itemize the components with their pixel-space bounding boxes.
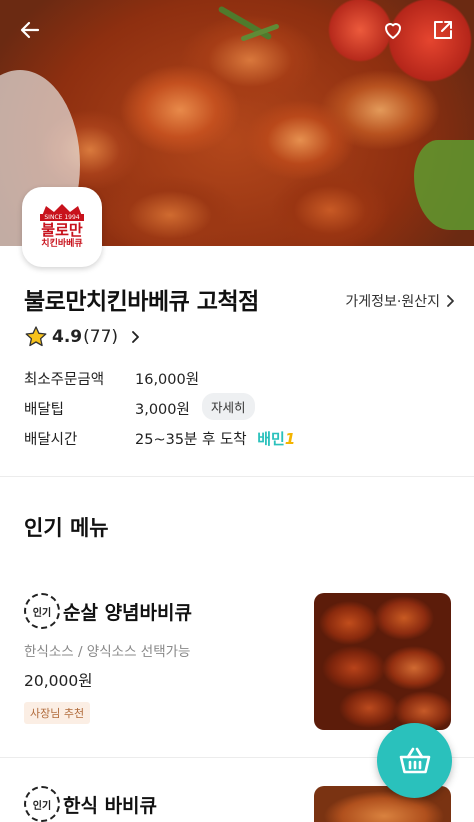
delivery-time-label: 배달시간	[24, 432, 78, 448]
chevron-right-icon	[447, 295, 454, 307]
menu-name: 순살 양념바비큐	[63, 601, 192, 624]
star-icon	[25, 326, 47, 347]
store-info-link-label: 가게정보·원산지	[345, 294, 440, 310]
basket-icon	[399, 747, 430, 773]
favorite-button[interactable]	[377, 14, 409, 46]
menu-name: 한식 바비큐	[63, 794, 158, 817]
baemin-one: 1	[284, 430, 296, 448]
delivery-time-row: 배달시간 25~35분 후 도착 배민1	[24, 428, 295, 449]
cart-button[interactable]	[377, 723, 452, 798]
logo-brand-top: 불로만	[41, 221, 83, 239]
share-icon	[434, 21, 452, 39]
delivery-tip-detail-button[interactable]: 자세히	[202, 393, 255, 420]
logo-since: SINCE 1994	[40, 214, 84, 221]
menu-price: 20,000원	[24, 672, 93, 690]
back-button[interactable]	[14, 14, 46, 46]
store-logo: SINCE 1994 불로만 치킨바베큐	[22, 187, 102, 267]
menu-name-row: 인기 순살 양념바비큐	[24, 593, 192, 629]
min-order-row: 최소주문금액 16,000원	[24, 368, 199, 389]
chevron-right-icon	[132, 331, 139, 343]
min-order-label: 최소주문금액	[24, 372, 105, 388]
rating-score: 4.9	[52, 327, 83, 347]
delivery-tip-row: 배달팁 3,000원	[24, 398, 190, 419]
popular-badge: 인기	[24, 593, 60, 629]
owner-recommend-tag: 사장님 추천	[24, 702, 91, 724]
store-info-link[interactable]: 가게정보·원산지	[345, 291, 456, 311]
delivery-tip-value: 3,000원	[135, 402, 190, 418]
share-button[interactable]	[427, 14, 459, 46]
section-divider	[0, 476, 474, 477]
logo-brand-bottom: 치킨바베큐	[41, 239, 83, 249]
heart-icon	[385, 23, 401, 39]
menu-item[interactable]: 인기 순살 양념바비큐 한식소스 / 양식소스 선택가능 20,000원 사장님…	[0, 590, 474, 740]
popular-menu-title: 인기 메뉴	[24, 516, 109, 540]
rating-summary[interactable]: 4.9 (77)	[24, 325, 142, 349]
baemin-label: 배민	[257, 430, 285, 448]
menu-name-row: 인기 한식 바비큐	[24, 786, 157, 822]
delivery-time-value-wrap: 25~35분 후 도착 배민1	[135, 428, 295, 449]
min-order-value: 16,000원	[135, 372, 200, 388]
menu-thumbnail	[314, 593, 451, 730]
popular-badge: 인기	[24, 786, 60, 822]
delivery-time-value: 25~35분 후 도착	[135, 432, 247, 448]
menu-description: 한식소스 / 양식소스 선택가능	[24, 644, 191, 660]
arrow-left-icon	[20, 21, 40, 39]
delivery-tip-label: 배달팁	[24, 402, 65, 418]
review-count: (77)	[83, 327, 119, 347]
baemin-one-badge: 배민1	[257, 430, 295, 448]
store-name: 불로만치킨바베큐 고척점	[24, 289, 259, 315]
